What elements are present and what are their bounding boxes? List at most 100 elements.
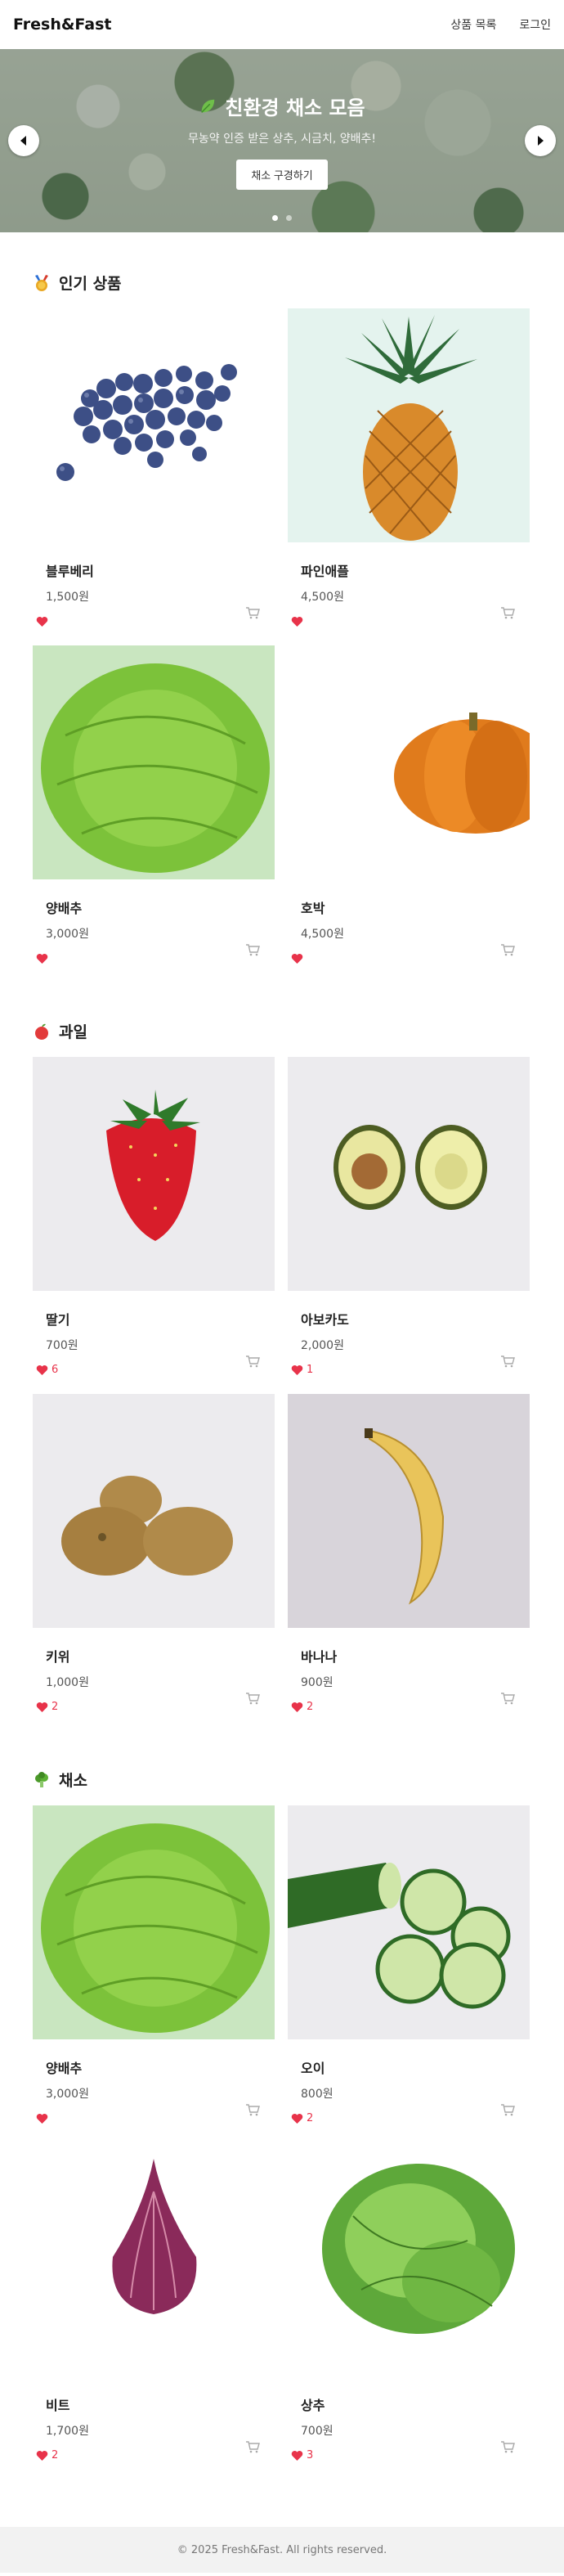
add-to-cart-button[interactable] — [245, 2103, 260, 2120]
add-to-cart-button[interactable] — [500, 2440, 515, 2457]
heart-icon — [291, 1364, 303, 1375]
product-price: 1,500원 — [46, 591, 89, 604]
cucumber-illustration — [288, 1863, 511, 2009]
add-to-cart-button[interactable] — [245, 943, 260, 960]
hero-title-row: 친환경 채소 모음 — [199, 92, 365, 120]
carousel-prev-button[interactable] — [8, 125, 39, 156]
chevron-left-icon — [20, 136, 26, 146]
product-card[interactable]: 블루베리 1,500원 — [33, 308, 275, 627]
add-to-cart-button[interactable] — [245, 1692, 260, 1708]
product-name: 오이 — [301, 2061, 325, 2076]
product-name: 아보카도 — [301, 1312, 349, 1328]
product-card[interactable]: 딸기 700원 6 — [33, 1057, 275, 1376]
product-card[interactable]: 호박 4,500원 — [288, 645, 530, 964]
add-to-cart-button[interactable] — [245, 1355, 260, 1371]
nav-login[interactable]: 로그인 — [519, 16, 551, 33]
heart-icon — [291, 1702, 303, 1712]
add-to-cart-button[interactable] — [500, 943, 515, 960]
hero-cta-button[interactable]: 채소 구경하기 — [236, 160, 328, 190]
product-card[interactable]: 오이 800원 2 — [288, 1805, 530, 2124]
add-to-cart-button[interactable] — [500, 2103, 515, 2120]
cart-icon — [501, 1355, 515, 1368]
like-button[interactable]: 2 — [291, 1701, 313, 1713]
top-nav: 상품 목록 로그인 — [450, 16, 551, 33]
product-card[interactable]: 양배추 3,000원 — [33, 1805, 275, 2124]
product-price: 800원 — [301, 2088, 333, 2101]
carousel-dot-1[interactable] — [272, 215, 278, 221]
product-name: 파인애플 — [301, 564, 349, 579]
medal-icon — [35, 274, 48, 291]
product-image-beet — [33, 2142, 275, 2376]
product-card[interactable]: 바나나 900원 2 — [288, 1394, 530, 1713]
like-button[interactable] — [36, 2113, 51, 2124]
product-grid: 딸기 700원 6 아보카도 2,000원 1 키위 1,000원 2 바나나 … — [33, 1057, 531, 1713]
product-image-cabbage — [33, 645, 275, 879]
cart-icon — [501, 2104, 515, 2116]
add-to-cart-button[interactable] — [500, 606, 515, 623]
cart-icon — [246, 607, 260, 619]
product-price: 4,500원 — [301, 591, 344, 604]
like-button[interactable] — [291, 616, 307, 627]
kiwi-illustration — [61, 1476, 233, 1576]
product-card[interactable]: 비트 1,700원 2 — [33, 2142, 275, 2461]
product-price: 3,000원 — [46, 2088, 89, 2101]
cart-icon — [246, 2441, 260, 2453]
product-image-avocado — [288, 1057, 530, 1291]
section-fruit: 과일 딸기 700원 6 아보카도 2,000원 1 키위 1,000원 2 바… — [0, 981, 564, 1729]
logo[interactable]: Fresh&Fast — [13, 16, 112, 34]
add-to-cart-button[interactable] — [245, 2440, 260, 2457]
product-price: 900원 — [301, 1676, 333, 1689]
like-button[interactable]: 2 — [36, 2449, 58, 2461]
like-count: 2 — [51, 1701, 59, 1713]
cart-icon — [501, 2441, 515, 2453]
like-button[interactable]: 2 — [36, 1701, 58, 1713]
cart-icon — [501, 607, 515, 619]
nav-product-list[interactable]: 상품 목록 — [450, 16, 496, 33]
product-card[interactable]: 키위 1,000원 2 — [33, 1394, 275, 1713]
heart-icon — [36, 1702, 48, 1712]
cart-icon — [501, 944, 515, 956]
product-name: 딸기 — [46, 1312, 70, 1328]
add-to-cart-button[interactable] — [245, 606, 260, 623]
pineapple-illustration — [345, 315, 477, 541]
product-name: 호박 — [301, 901, 325, 916]
add-to-cart-button[interactable] — [500, 1355, 515, 1371]
like-button[interactable] — [291, 953, 307, 964]
cabbage-illustration — [41, 1823, 270, 2033]
product-image-strawberry — [33, 1057, 275, 1291]
add-to-cart-button[interactable] — [500, 1692, 515, 1708]
product-image-cabbage — [33, 1805, 275, 2039]
like-button[interactable]: 6 — [36, 1364, 58, 1376]
section-title-row: 채소 — [33, 1769, 531, 1791]
product-image-banana — [288, 1394, 530, 1628]
heart-icon — [291, 617, 303, 627]
product-card[interactable]: 파인애플 4,500원 — [288, 308, 530, 627]
avocado-illustration — [333, 1125, 487, 1210]
product-name: 키위 — [46, 1649, 70, 1665]
banana-illustration — [365, 1428, 445, 1605]
cart-icon — [501, 1693, 515, 1705]
product-card[interactable]: 상추 700원 3 — [288, 2142, 530, 2461]
product-image-lettuce — [288, 2142, 530, 2376]
product-card[interactable]: 양배추 3,000원 — [33, 645, 275, 964]
like-count: 1 — [307, 1364, 314, 1376]
product-card[interactable]: 아보카도 2,000원 1 — [288, 1057, 530, 1376]
like-button[interactable]: 3 — [291, 2449, 313, 2461]
product-image-pumpkin — [288, 645, 530, 879]
product-price: 700원 — [46, 1339, 78, 1352]
carousel-dot-2[interactable] — [286, 215, 292, 221]
like-button[interactable] — [36, 953, 51, 964]
section-title: 채소 — [59, 1772, 87, 1790]
cart-icon — [246, 1693, 260, 1705]
carousel-next-button[interactable] — [525, 125, 556, 156]
chevron-right-icon — [538, 136, 544, 146]
product-image-cucumber — [288, 1805, 530, 2039]
like-button[interactable]: 2 — [291, 2112, 313, 2124]
heart-icon — [291, 954, 303, 964]
heart-icon — [36, 2450, 48, 2461]
like-button[interactable]: 1 — [291, 1364, 313, 1376]
like-button[interactable] — [36, 616, 51, 627]
hero-content: 친환경 채소 모음 무농약 인증 받은 상추, 시금치, 양배추! 채소 구경하… — [0, 49, 564, 232]
hero-title: 친환경 채소 모음 — [225, 97, 365, 119]
like-count: 2 — [51, 2449, 59, 2461]
